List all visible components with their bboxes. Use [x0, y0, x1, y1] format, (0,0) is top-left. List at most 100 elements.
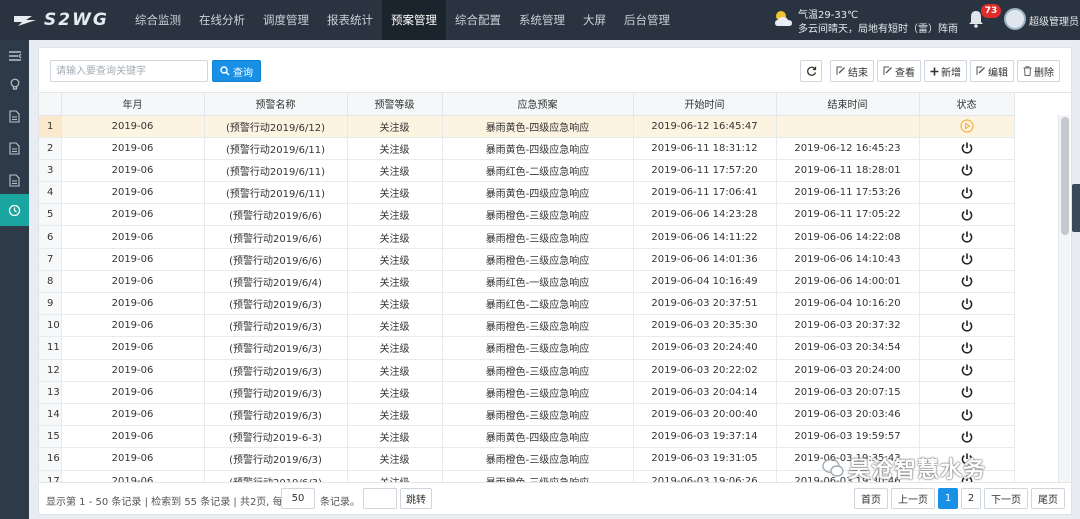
sidebar-item-tips[interactable]	[0, 68, 29, 100]
cell-start-time: 2019-06-03 20:00:40	[633, 403, 777, 427]
left-sidebar	[0, 40, 29, 519]
nav-item-reports[interactable]: 报表统计	[318, 0, 382, 40]
delete-button[interactable]: 删除	[1017, 60, 1060, 82]
refresh-button[interactable]	[800, 60, 822, 82]
power-icon[interactable]	[960, 408, 974, 422]
cell-status[interactable]	[919, 381, 1015, 404]
cell-start-time: 2019-06-06 14:01:36	[633, 248, 777, 271]
table-row[interactable]: 7 2019-06 (预警行动2019/6/6) 关注级 暴雨橙色-三级应急响应 2019…	[39, 248, 1015, 271]
column-header-warning-level[interactable]: 预警等级	[347, 93, 443, 116]
table-row[interactable]: 9 2019-06 (预警行动2019/6/3) 关注级 暴雨红色-二级应急响应 2019…	[39, 292, 1015, 316]
power-icon[interactable]	[960, 230, 974, 244]
cell-status[interactable]	[919, 225, 1015, 249]
table-row[interactable]: 12 2019-06 (预警行动2019/6/3) 关注级 暴雨橙色-三级应急响应 201…	[39, 359, 1015, 382]
cell-status[interactable]	[919, 270, 1015, 294]
delete-button-label: 删除	[1034, 67, 1054, 79]
cell-emergency-plan: 暴雨橙色-三级应急响应	[442, 359, 634, 382]
column-header-end-time[interactable]: 结束时间	[776, 93, 920, 116]
cell-status[interactable]	[919, 115, 1015, 138]
jump-page-input[interactable]	[363, 488, 397, 509]
add-button[interactable]: 新增	[924, 60, 967, 82]
table-row[interactable]: 14 2019-06 (预警行动2019/6/3) 关注级 暴雨橙色-三级应急响应 201…	[39, 403, 1015, 427]
power-icon[interactable]	[960, 297, 974, 311]
power-icon[interactable]	[960, 319, 974, 333]
app-logo[interactable]: S2WG	[12, 9, 109, 31]
nav-item-backend[interactable]: 后台管理	[615, 0, 679, 40]
nav-item-config[interactable]: 综合配置	[446, 0, 510, 40]
cell-status[interactable]	[919, 336, 1015, 360]
column-header-status[interactable]: 状态	[919, 93, 1015, 116]
table-row[interactable]: 1 2019-06 (预警行动2019/6/12) 关注级 暴雨黄色-四级应急响应 201…	[39, 115, 1015, 138]
cell-warning-name: (预警行动2019/6/6)	[204, 248, 348, 271]
table-row[interactable]: 10 2019-06 (预警行动2019/6/3) 关注级 暴雨橙色-三级应急响应 201…	[39, 314, 1015, 338]
search-button[interactable]: 查询	[212, 60, 261, 82]
search-input[interactable]	[50, 60, 208, 82]
nav-item-system[interactable]: 系统管理	[510, 0, 574, 40]
table-row[interactable]: 15 2019-06 (预警行动2019-6-3) 关注级 暴雨黄色-四级应急响应 201…	[39, 425, 1015, 449]
cell-status[interactable]	[919, 359, 1015, 382]
power-icon[interactable]	[960, 430, 974, 444]
cell-status[interactable]	[919, 203, 1015, 227]
table-scrollbar-thumb[interactable]	[1061, 117, 1069, 235]
page-size-input[interactable]	[281, 488, 315, 509]
table-row[interactable]: 2 2019-06 (预警行动2019/6/11) 关注级 暴雨黄色-四级应急响应 201…	[39, 137, 1015, 160]
table-row[interactable]: 4 2019-06 (预警行动2019/6/11) 关注级 暴雨黄色-四级应急响应 201…	[39, 181, 1015, 205]
power-icon[interactable]	[960, 363, 974, 377]
column-header-warning-name[interactable]: 预警名称	[204, 93, 348, 116]
cell-status[interactable]	[919, 181, 1015, 205]
first-page-button[interactable]: 首页	[854, 488, 888, 509]
table-row[interactable]: 11 2019-06 (预警行动2019/6/3) 关注级 暴雨橙色-三级应急响应 201…	[39, 336, 1015, 360]
nav-item-online-analysis[interactable]: 在线分析	[190, 0, 254, 40]
sidebar-item-document-1[interactable]	[0, 100, 29, 132]
table-scrollbar[interactable]	[1058, 115, 1070, 482]
cell-status[interactable]	[919, 248, 1015, 271]
edit-button[interactable]: 编辑	[970, 60, 1014, 82]
page-button-2[interactable]: 2	[961, 488, 981, 509]
cell-status[interactable]	[919, 292, 1015, 316]
nav-item-dispatch[interactable]: 调度管理	[254, 0, 318, 40]
nav-item-monitoring[interactable]: 综合监测	[126, 0, 190, 40]
menu-collapse-icon	[8, 51, 21, 61]
avatar[interactable]	[1004, 8, 1026, 30]
cell-start-time: 2019-06-06 14:11:22	[633, 225, 777, 249]
cell-status[interactable]	[919, 425, 1015, 449]
table-row[interactable]: 6 2019-06 (预警行动2019/6/6) 关注级 暴雨橙色-三级应急响应 2019…	[39, 225, 1015, 249]
sidebar-item-history[interactable]	[0, 194, 29, 226]
page-button-1[interactable]: 1	[938, 488, 958, 509]
nav-item-plan-management[interactable]: 预案管理	[382, 0, 446, 40]
table-row[interactable]: 3 2019-06 (预警行动2019/6/11) 关注级 暴雨红色-二级应急响应 201…	[39, 159, 1015, 183]
table-row[interactable]: 5 2019-06 (预警行动2019/6/6) 关注级 暴雨橙色-三级应急响应 2019…	[39, 203, 1015, 227]
user-name[interactable]: 超级管理员	[1029, 13, 1079, 28]
power-icon[interactable]	[960, 186, 974, 200]
cell-status[interactable]	[919, 137, 1015, 160]
jump-button[interactable]: 跳转	[400, 488, 432, 509]
view-button[interactable]: 查看	[877, 60, 921, 82]
power-icon[interactable]	[960, 252, 974, 266]
prev-page-button[interactable]: 上一页	[891, 488, 935, 509]
power-icon[interactable]	[960, 385, 974, 399]
cell-month: 2019-06	[61, 447, 205, 471]
power-icon[interactable]	[960, 341, 974, 355]
sidebar-item-document-2[interactable]	[0, 132, 29, 164]
table-row[interactable]: 13 2019-06 (预警行动2019/6/3) 关注级 暴雨橙色-三级应急响应 201…	[39, 381, 1015, 404]
column-header-start-time[interactable]: 开始时间	[633, 93, 777, 116]
cell-end-time: 2019-06-06 14:22:08	[776, 225, 920, 249]
column-header-emergency-plan[interactable]: 应急预案	[442, 93, 634, 116]
table-row[interactable]: 8 2019-06 (预警行动2019/6/4) 关注级 暴雨红色-一级应急响应 2019…	[39, 270, 1015, 294]
cell-end-time: 2019-06-04 10:16:20	[776, 292, 920, 316]
side-drawer-handle[interactable]	[1072, 184, 1080, 232]
power-icon[interactable]	[960, 141, 974, 155]
power-icon[interactable]	[960, 163, 974, 177]
cell-status[interactable]	[919, 159, 1015, 183]
play-circle-icon[interactable]	[959, 119, 974, 133]
next-page-button[interactable]: 下一页	[984, 488, 1028, 509]
column-header-month[interactable]: 年月	[61, 93, 205, 116]
last-page-button[interactable]: 尾页	[1031, 488, 1065, 509]
cell-status[interactable]	[919, 403, 1015, 427]
nav-item-big-screen[interactable]: 大屏	[574, 0, 615, 40]
end-button[interactable]: 结束	[830, 60, 874, 82]
power-icon[interactable]	[960, 274, 974, 288]
cell-status[interactable]	[919, 314, 1015, 338]
power-icon[interactable]	[960, 208, 974, 222]
sidebar-item-document-3[interactable]	[0, 164, 29, 196]
